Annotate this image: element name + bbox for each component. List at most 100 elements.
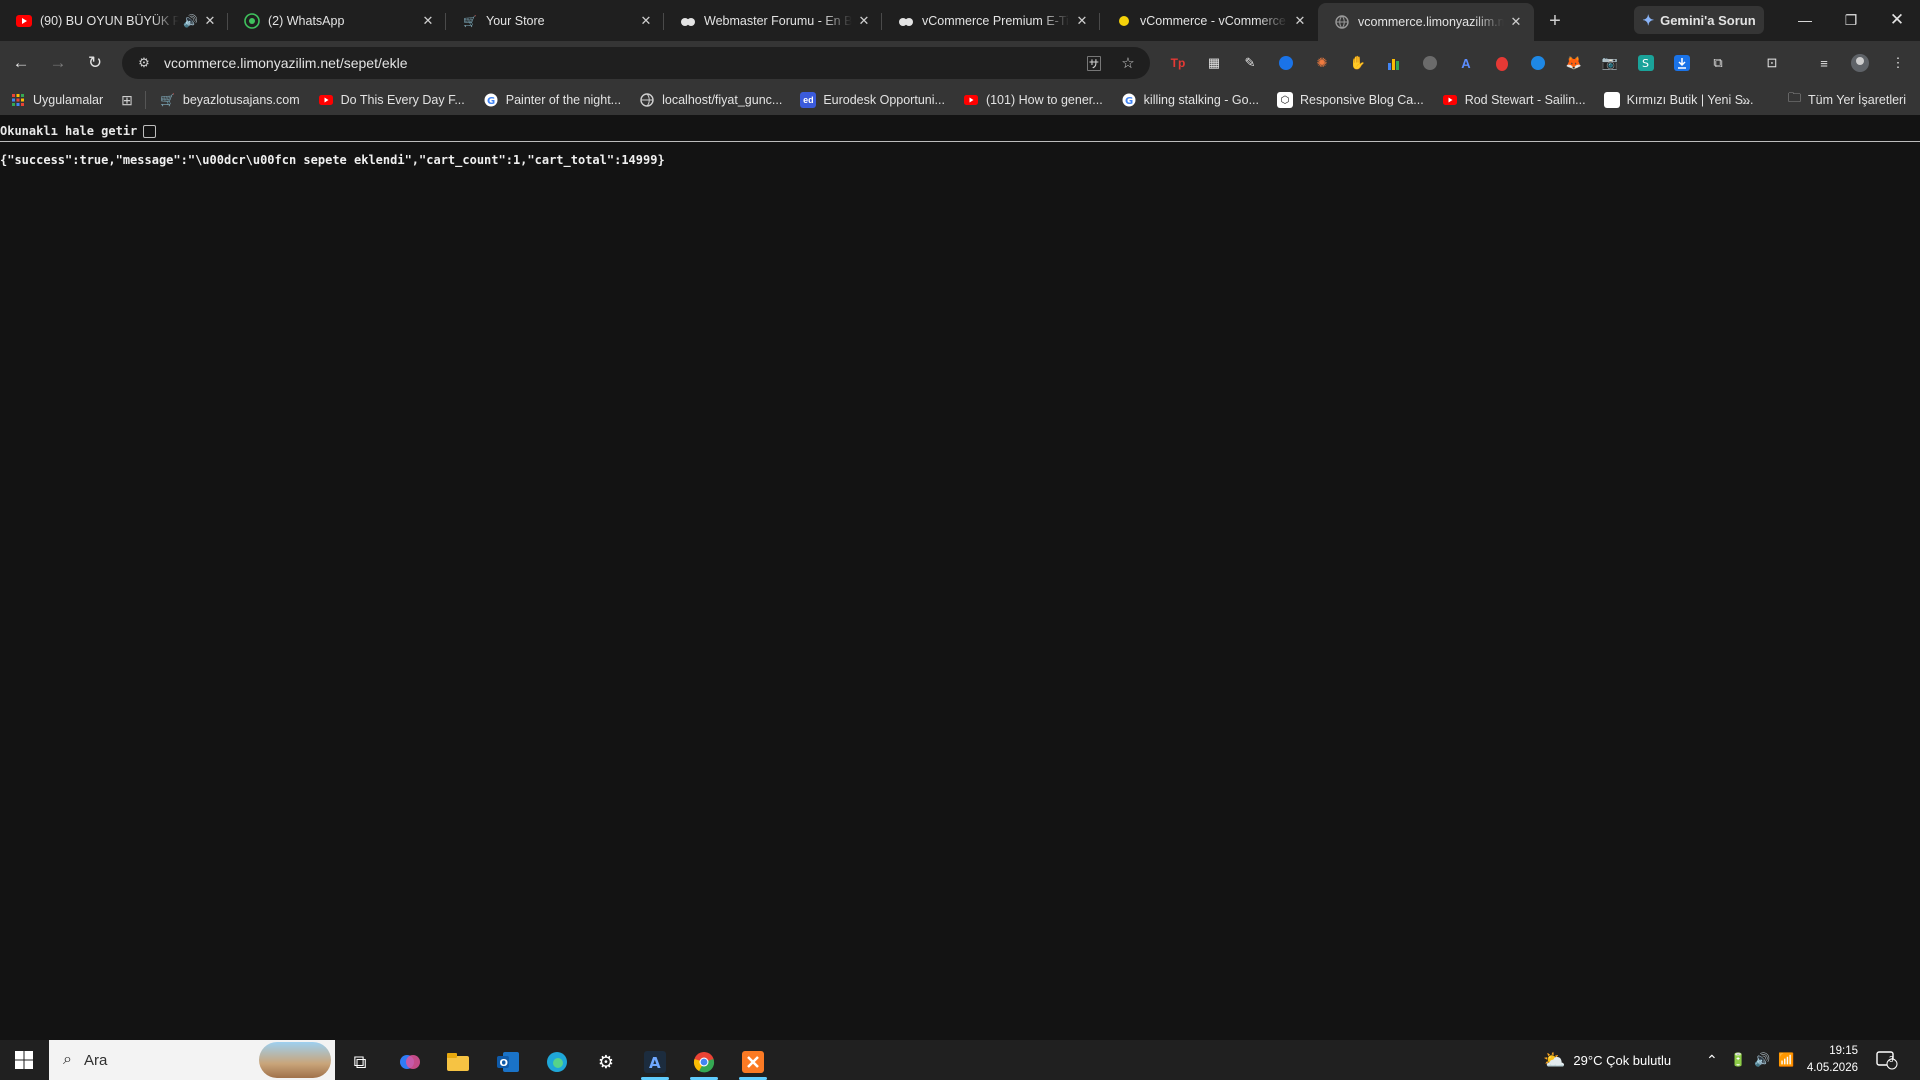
back-button[interactable]: ← (4, 46, 38, 80)
taskbar-search-box[interactable]: ⌕ Ara (49, 1040, 335, 1080)
system-clock[interactable]: 19:15 4.05.2026 (1798, 1043, 1858, 1077)
bookmark-killing-stalking[interactable]: G killing stalking - Go... (1121, 92, 1259, 108)
gemini-label: Gemini'a Sorun (1660, 12, 1756, 28)
volume-icon[interactable]: 🔊 (1754, 1040, 1770, 1080)
close-tab-icon[interactable]: ✕ (202, 13, 218, 29)
folder-icon: 🗀 (1788, 90, 1802, 105)
notification-center-icon[interactable]: 3 (1876, 1040, 1898, 1080)
weather-text: 29°C Çok bulutlu (1573, 1052, 1672, 1068)
tab-whatsapp[interactable]: (2) WhatsApp ✕ (228, 4, 446, 38)
address-url[interactable]: vcommerce.limonyazilim.net/sepet/ekle (164, 55, 408, 71)
bookmark-responsive-blog[interactable]: ⬡ Responsive Blog Ca... (1277, 92, 1424, 108)
tab-youtube[interactable]: (90) BU OYUN BÜYÜK P 🔊 ✕ (0, 4, 228, 38)
chrome-icon[interactable] (684, 1044, 724, 1080)
bookmark-eurodesk[interactable]: ed Eurodesk Opportuni... (800, 92, 945, 108)
task-view-icon[interactable]: ⧉ (340, 1044, 380, 1080)
wifi-icon[interactable]: 📶 (1778, 1040, 1794, 1080)
outlook-icon[interactable]: O (488, 1044, 528, 1080)
restore-icon[interactable]: ❐ (1828, 0, 1874, 40)
battery-icon[interactable]: 🔋 (1730, 1040, 1746, 1080)
tab-vcommerce[interactable]: vCommerce - vCommerce G ✕ (1100, 4, 1318, 38)
tab-title: vCommerce Premium E-Tica (922, 14, 1070, 28)
new-tab-button[interactable]: + (1540, 6, 1570, 36)
bookmark-rod-stewart[interactable]: Rod Stewart - Sailin... (1442, 92, 1586, 108)
close-tab-icon[interactable]: ✕ (638, 13, 654, 29)
xampp-icon[interactable] (733, 1044, 773, 1080)
pretty-print-checkbox[interactable] (143, 124, 157, 138)
tab-active-vcommerce-limonyazilim[interactable]: vcommerce.limonyazilim.net ✕ (1318, 3, 1534, 41)
close-tab-icon[interactable]: ✕ (856, 13, 872, 29)
tab-groups-icon[interactable]: ⊞ (121, 92, 133, 109)
pretty-print-toggle[interactable]: Okunaklı hale getir (0, 121, 157, 141)
search-icon: ⌕ (63, 1051, 72, 1068)
blue-extension-icon[interactable] (1526, 51, 1550, 75)
profile-avatar[interactable] (1848, 51, 1872, 75)
windows-start-icon[interactable] (0, 1040, 48, 1080)
close-tab-icon[interactable]: ✕ (1508, 14, 1524, 30)
camera-extension-icon[interactable]: 📷 (1598, 51, 1622, 75)
pen-extension-icon[interactable]: ✎ (1238, 51, 1262, 75)
close-window-icon[interactable]: ✕ (1874, 0, 1920, 40)
s-extension-icon[interactable]: S (1634, 51, 1658, 75)
bookmark-apps[interactable]: Uygulamalar (10, 92, 103, 108)
bookmark-beyazlotusajans[interactable]: 🛒 beyazlotusajans.com (160, 92, 299, 108)
tp-extension-icon[interactable]: Tp (1166, 51, 1190, 75)
address-bar[interactable]: ⚙ vcommerce.limonyazilim.net/sepet/ekle … (122, 47, 1150, 79)
weather-widget[interactable]: ⛅ 29°C Çok bulutlu (1543, 1040, 1671, 1080)
tab-webmaster-forum[interactable]: Webmaster Forumu - En Bü ✕ (664, 4, 882, 38)
page-content: Okunaklı hale getir {"success":true,"mes… (0, 115, 1920, 1040)
bookmark-label: (101) How to gener... (985, 93, 1103, 107)
forward-button[interactable]: → (41, 46, 75, 80)
reload-button[interactable]: ↻ (78, 46, 112, 80)
file-explorer-icon[interactable] (438, 1044, 478, 1080)
media-controls-icon[interactable]: ≡ (1812, 51, 1836, 75)
close-tab-icon[interactable]: ✕ (1074, 13, 1090, 29)
fox-extension-icon[interactable]: 🦊 (1562, 51, 1586, 75)
bookmark-star-icon[interactable]: ☆ (1118, 53, 1138, 73)
extensions-puzzle-icon[interactable]: ⧉ (1706, 51, 1730, 75)
copilot-icon[interactable] (390, 1044, 430, 1080)
site-info-icon[interactable]: ⚙ (134, 53, 154, 73)
show-hidden-icons-icon[interactable]: ⌃ (1706, 1040, 1718, 1080)
bookmark-label: Do This Every Day F... (340, 93, 465, 107)
lemon-icon (1116, 13, 1132, 29)
close-tab-icon[interactable]: ✕ (1292, 13, 1308, 29)
tab-title: Webmaster Forumu - En Bü (704, 14, 852, 28)
all-bookmarks-button[interactable]: 🗀 Tüm Yer İşaretleri (1788, 89, 1906, 111)
more-bookmarks-icon[interactable]: » (1742, 92, 1750, 109)
edge-icon[interactable] (537, 1044, 577, 1080)
speaker-icon[interactable]: 🔊 (183, 14, 198, 28)
notification-count: 3 (1889, 1055, 1894, 1064)
tab-your-store[interactable]: 🛒 Your Store ✕ (446, 4, 664, 38)
bookmark-kirmizi-butik[interactable]: Kırmızı Butik | Yeni S... (1603, 92, 1754, 108)
youtube-icon (16, 13, 32, 29)
close-tab-icon[interactable]: ✕ (420, 13, 436, 29)
download-extension-icon[interactable] (1670, 51, 1694, 75)
tab-strip: (90) BU OYUN BÜYÜK P 🔊 ✕ (2) WhatsApp ✕ … (0, 0, 1920, 41)
red-drop-extension-icon[interactable] (1490, 51, 1514, 75)
tab-search-icon[interactable]: ⊡ (1760, 51, 1784, 75)
bookmark-how-to-generate[interactable]: (101) How to gener... (963, 92, 1103, 108)
bookmark-localhost-fiyat[interactable]: localhost/fiyat_gunc... (639, 92, 782, 108)
ask-gemini-button[interactable]: ✦ Gemini'a Sorun (1634, 6, 1764, 34)
grey-circle-extension-icon[interactable] (1418, 51, 1442, 75)
hand-extension-icon[interactable]: ✋ (1346, 51, 1370, 75)
chart-extension-icon[interactable] (1382, 51, 1406, 75)
bookmark-label: Kırmızı Butik | Yeni S... (1626, 93, 1754, 107)
bookmark-painter-of-the-night[interactable]: G Painter of the night... (483, 92, 621, 108)
search-highlight-image (259, 1042, 331, 1078)
translate-icon[interactable]: 🈂 (1084, 53, 1104, 73)
orange-extension-icon[interactable]: ✺ (1310, 51, 1334, 75)
eurodesk-icon: ed (800, 92, 817, 108)
all-bookmarks-label: Tüm Yer İşaretleri (1808, 93, 1906, 107)
blue-swirl-extension-icon[interactable] (1274, 51, 1298, 75)
qr-extension-icon[interactable]: ▦ (1202, 51, 1226, 75)
a-extension-icon[interactable]: A (1454, 51, 1478, 75)
browser-menu-icon[interactable]: ⋮ (1886, 51, 1910, 75)
settings-gear-icon[interactable]: ⚙ (586, 1044, 626, 1080)
tab-title: vcommerce.limonyazilim.net (1358, 15, 1504, 29)
tab-vcommerce-premium[interactable]: vCommerce Premium E-Tica ✕ (882, 4, 1100, 38)
minimize-icon[interactable]: — (1782, 0, 1828, 40)
code-editor-icon[interactable]: A (635, 1044, 675, 1080)
bookmark-do-this-every-day[interactable]: Do This Every Day F... (318, 92, 465, 108)
